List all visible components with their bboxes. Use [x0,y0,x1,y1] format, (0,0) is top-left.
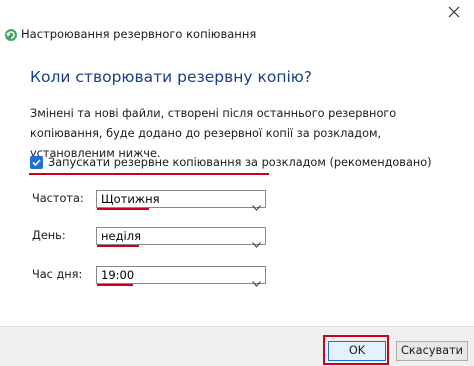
chevron-down-icon [252,196,261,211]
window-title: Настроювання резервного копіювання [21,27,257,41]
chevron-down-icon [252,272,261,287]
time-value: 19:00 [101,268,135,282]
page-heading: Коли створювати резервну копію? [30,68,313,86]
chevron-down-icon [252,233,261,248]
day-select[interactable]: неділя [96,227,266,248]
backup-settings-dialog: Настроювання резервного копіювання Коли … [0,0,474,366]
time-select[interactable]: 19:00 [96,266,266,287]
ok-button[interactable]: OK [328,341,386,361]
day-value: неділя [101,229,142,243]
schedule-checkbox[interactable] [30,156,43,169]
time-label: Час дня: [32,268,83,281]
checkbox-highlight-underline [29,173,269,175]
day-highlight-underline [97,245,139,247]
schedule-checkbox-label: Запускати резервне копіювання за розклад… [48,156,432,169]
frequency-label: Частота: [32,192,84,205]
frequency-value: Щотижня [101,192,160,206]
cancel-button[interactable]: Скасувати [396,341,468,361]
day-label: День: [32,229,66,242]
backup-settings-icon [4,27,18,41]
time-highlight-underline [97,284,133,286]
frequency-highlight-underline [97,208,149,210]
close-icon[interactable] [444,2,464,22]
frequency-select[interactable]: Щотижня [96,190,266,211]
